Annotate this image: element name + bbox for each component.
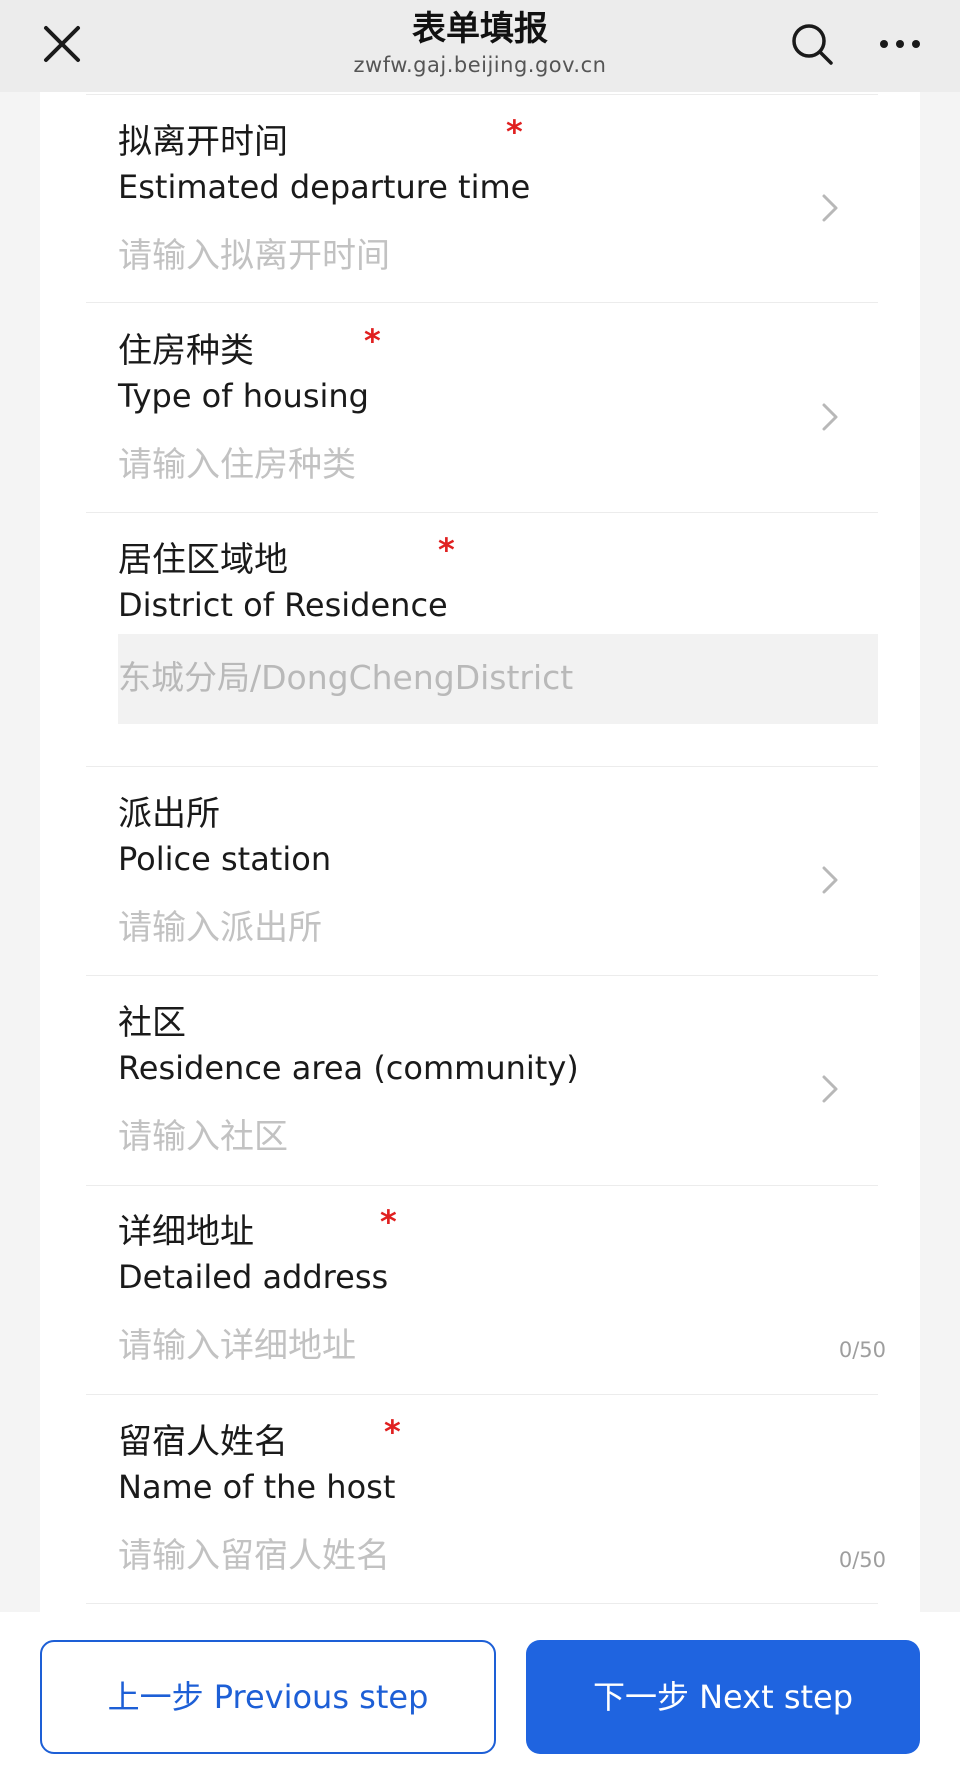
chevron-right-icon[interactable]	[816, 860, 844, 900]
top-navigation-bar: 表单填报 zwfw.gaj.beijing.gov.cn	[0, 0, 960, 92]
field-label-en: Residence area (community)	[118, 1049, 579, 1087]
previous-step-button[interactable]: 上一步 Previous step	[40, 1640, 496, 1754]
field-label-zh: 社区	[118, 1003, 186, 1043]
field-label-zh: 拟离开时间	[118, 122, 288, 162]
detailed-address-input[interactable]: 请输入详细地址	[118, 1324, 356, 1368]
field-label-en: Type of housing	[118, 377, 369, 415]
departure-time-placeholder[interactable]: 请输入拟离开时间	[118, 234, 390, 278]
field-host-name[interactable]: 留宿人姓名 * Name of the host 请输入留宿人姓名 0/50	[0, 1416, 960, 1600]
field-district-of-residence: 居住区域地 * District of Residence 东城分局/DongC…	[0, 534, 960, 748]
required-marker: *	[384, 1413, 401, 1451]
field-detailed-address[interactable]: 详细地址 * Detailed address 请输入详细地址 0/50	[0, 1206, 960, 1390]
field-label-zh: 派出所	[118, 794, 220, 834]
district-value: 东城分局/DongChengDistrict	[118, 658, 574, 697]
field-divider	[86, 1603, 878, 1604]
search-button[interactable]	[786, 18, 838, 70]
field-label-zh: 住房种类	[118, 331, 254, 371]
required-marker: *	[438, 531, 455, 569]
district-readonly-box: 东城分局/DongChengDistrict	[118, 634, 878, 724]
field-estimated-departure-time[interactable]: 拟离开时间 * Estimated departure time 请输入拟离开时…	[0, 116, 960, 300]
housing-type-placeholder[interactable]: 请输入住房种类	[118, 443, 356, 487]
required-marker: *	[380, 1203, 397, 1241]
chevron-right-icon[interactable]	[816, 1069, 844, 1109]
field-label-en: District of Residence	[118, 586, 448, 624]
field-divider	[86, 302, 878, 303]
field-label-en: Detailed address	[118, 1258, 389, 1296]
community-placeholder[interactable]: 请输入社区	[118, 1115, 288, 1159]
search-icon	[792, 24, 833, 65]
field-label-en: Estimated departure time	[118, 168, 531, 206]
field-divider	[86, 1185, 878, 1186]
field-label-zh: 留宿人姓名	[118, 1422, 288, 1462]
field-divider	[86, 94, 878, 95]
field-divider	[86, 766, 878, 767]
more-button[interactable]	[872, 22, 928, 66]
chevron-right-icon[interactable]	[816, 397, 844, 437]
field-label-en: Police station	[118, 840, 332, 878]
field-label-zh: 详细地址	[118, 1212, 254, 1252]
field-residence-area[interactable]: 社区 Residence area (community) 请输入社区	[0, 1001, 960, 1181]
field-police-station[interactable]: 派出所 Police station 请输入派出所	[0, 792, 960, 972]
field-divider	[86, 512, 878, 513]
field-type-of-housing[interactable]: 住房种类 * Type of housing 请输入住房种类	[0, 325, 960, 509]
field-label-zh: 居住区域地	[118, 540, 288, 580]
police-station-placeholder[interactable]: 请输入派出所	[118, 906, 322, 950]
host-name-input[interactable]: 请输入留宿人姓名	[118, 1534, 390, 1578]
chevron-right-icon[interactable]	[816, 188, 844, 228]
bottom-action-bar: 上一步 Previous step 下一步 Next step	[0, 1612, 960, 1771]
required-marker: *	[506, 113, 523, 151]
char-counter: 0/50	[838, 1548, 886, 1572]
field-divider	[86, 1394, 878, 1395]
char-counter: 0/50	[838, 1338, 886, 1362]
field-divider	[86, 975, 878, 976]
more-icon	[880, 40, 920, 48]
required-marker: *	[364, 322, 381, 360]
field-label-en: Name of the host	[118, 1468, 396, 1506]
next-step-button[interactable]: 下一步 Next step	[526, 1640, 920, 1754]
